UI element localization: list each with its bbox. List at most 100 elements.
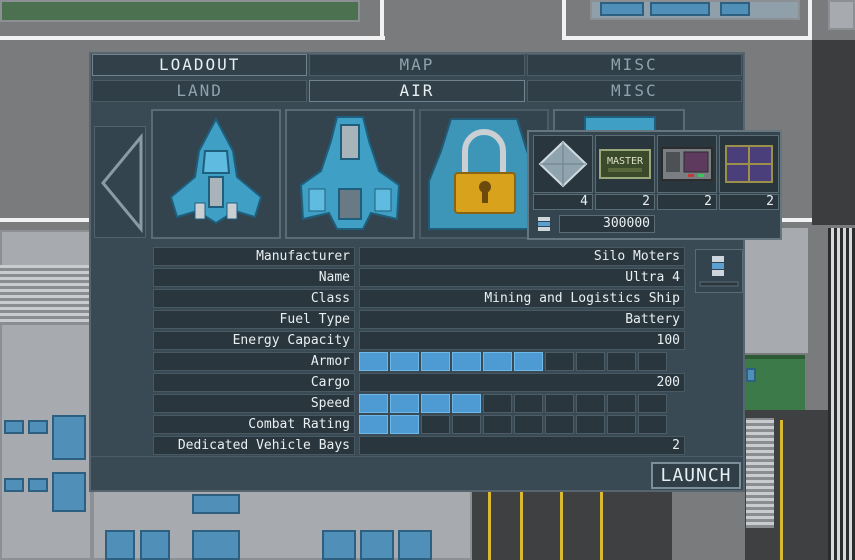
stat-label: Speed [153, 394, 355, 413]
ship-slot-1[interactable] [151, 109, 281, 239]
building-window [322, 530, 356, 560]
credits-value: 300000 [559, 215, 655, 233]
bar-segment [359, 352, 388, 371]
arrow-left-icon [101, 132, 143, 234]
stat-row-name: Name Ultra 4 [153, 268, 685, 287]
inventory-slot-1[interactable] [533, 135, 593, 193]
stat-label: Combat Rating [153, 415, 355, 434]
crystal-icon [538, 140, 588, 188]
green-building [745, 355, 805, 414]
stat-row-cargo: Cargo 200 [153, 373, 685, 392]
item-count: 4 [533, 194, 593, 210]
stat-row-class: Class Mining and Logistics Ship [153, 289, 685, 308]
road-stripe [0, 36, 385, 40]
ship-slot-2[interactable] [285, 109, 415, 239]
stat-value: Ultra 4 [359, 268, 685, 287]
bar-segment [483, 415, 512, 434]
bar-segment [576, 394, 605, 413]
stat-row-manufacturer: Manufacturer Silo Moters [153, 247, 685, 266]
stat-label: Class [153, 289, 355, 308]
inventory-slot-3[interactable] [657, 135, 717, 193]
bar-segment [483, 394, 512, 413]
bar-segment [452, 394, 481, 413]
stat-row-energy-capacity: Energy Capacity 100 [153, 331, 685, 350]
stat-row-armor: Armor [153, 352, 685, 371]
bar-segment [514, 415, 543, 434]
launch-button[interactable]: LAUNCH [651, 462, 741, 489]
item-count: 2 [657, 194, 717, 210]
bar-segment [452, 352, 481, 371]
storage-button[interactable] [695, 249, 743, 293]
bar-segment [390, 415, 419, 434]
stat-row-vehicle-bays: Dedicated Vehicle Bays 2 [153, 436, 685, 455]
tab-loadout[interactable]: LOADOUT [92, 54, 308, 76]
bar-segment [545, 394, 574, 413]
inventory-slot-4[interactable] [719, 135, 779, 193]
speed-bar [359, 394, 669, 413]
console-module-icon [661, 147, 713, 181]
fighter-ship-icon [169, 116, 263, 225]
stat-value: Silo Moters [359, 247, 685, 266]
tab-misc-vehicles[interactable]: MISC [526, 80, 742, 102]
bar-segment [607, 352, 636, 371]
building-window [4, 420, 24, 434]
stat-value: Battery [359, 310, 685, 329]
bar-segment [638, 415, 667, 434]
divider [91, 456, 743, 457]
bar-segment [545, 415, 574, 434]
building [828, 0, 855, 30]
stat-value: 2 [359, 436, 685, 455]
vehicle-type-tabs: LAND AIR MISC [91, 80, 743, 104]
stat-value: Mining and Logistics Ship [359, 289, 685, 308]
stat-label: Fuel Type [153, 310, 355, 329]
previous-ship-button[interactable] [94, 126, 146, 238]
building-window [4, 478, 24, 492]
chip-label: MASTER [607, 156, 644, 167]
building-window [360, 530, 394, 560]
tab-land[interactable]: LAND [92, 80, 308, 102]
building-window [746, 368, 756, 382]
building-window [52, 415, 86, 460]
bar-segment [514, 394, 543, 413]
bar-segment [545, 352, 574, 371]
stat-value: 100 [359, 331, 685, 350]
parking-line [780, 420, 783, 560]
inventory-popup: MASTER 4 2 2 2 300000 [527, 130, 782, 240]
stat-label: Cargo [153, 373, 355, 392]
parking-line [600, 492, 603, 560]
tab-air[interactable]: AIR [309, 80, 525, 102]
building-window [398, 530, 432, 560]
building-window [720, 2, 750, 16]
bar-segment [359, 394, 388, 413]
parking-line [520, 492, 523, 560]
purple-panel-icon [725, 145, 773, 183]
bar-segment [607, 415, 636, 434]
tab-map[interactable]: MAP [309, 54, 525, 76]
bar-segment [483, 352, 512, 371]
bar-segment [421, 394, 450, 413]
bar-segment [421, 352, 450, 371]
parking-line [488, 492, 491, 560]
stat-label: Armor [153, 352, 355, 371]
armor-bar [359, 352, 669, 371]
storage-icon [699, 256, 739, 287]
bar-segment [638, 394, 667, 413]
road-stripe [380, 0, 384, 40]
building-window [650, 2, 710, 16]
stat-row-combat-rating: Combat Rating [153, 415, 685, 434]
category-tabs: LOADOUT MAP MISC [91, 54, 743, 78]
building-window [52, 472, 86, 512]
building-window [140, 530, 170, 560]
road-median [812, 40, 855, 225]
building-window [192, 530, 240, 560]
parking-lot [472, 490, 672, 560]
tab-misc[interactable]: MISC [526, 54, 742, 76]
vehicle-loadout-panel: LOADOUT MAP MISC LAND AIR MISC Manufactu… [89, 52, 745, 492]
stat-label: Energy Capacity [153, 331, 355, 350]
vent-grate [0, 265, 90, 325]
bar-segment [576, 415, 605, 434]
stat-label: Dedicated Vehicle Bays [153, 436, 355, 455]
bar-segment [359, 415, 388, 434]
inventory-slot-2[interactable]: MASTER [595, 135, 655, 193]
master-chip-icon: MASTER [599, 149, 651, 179]
